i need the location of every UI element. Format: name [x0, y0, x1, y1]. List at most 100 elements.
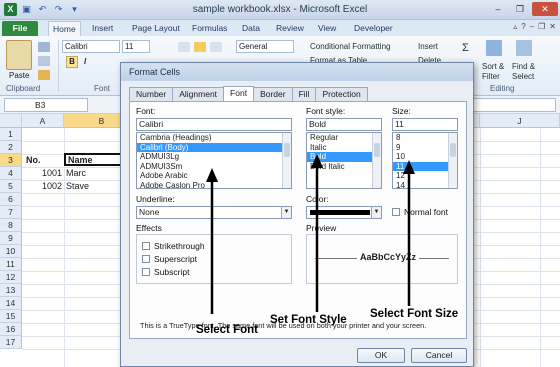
font-name-input[interactable]: Calibri	[136, 118, 292, 131]
cell-a5[interactable]: 1002	[22, 180, 64, 193]
autosum-icon[interactable]: Σ	[462, 42, 469, 54]
font-style-item-selected[interactable]: Bold	[307, 152, 381, 162]
row-header[interactable]: 5	[0, 180, 22, 193]
chevron-down-icon[interactable]: ▼	[371, 207, 381, 218]
maximize-icon[interactable]: ❐	[510, 2, 530, 16]
sort-filter-label-2[interactable]: Filter	[482, 72, 500, 81]
font-list-item[interactable]: Adobe Caslon Pro	[137, 181, 291, 189]
row-header[interactable]: 11	[0, 258, 22, 271]
tab-alignment[interactable]: Alignment	[172, 87, 225, 101]
column-header-j[interactable]: J	[480, 114, 560, 128]
tab-formulas[interactable]: Formulas	[188, 21, 231, 36]
tab-developer[interactable]: Developer	[350, 21, 397, 36]
paste-icon[interactable]	[6, 40, 32, 70]
help-icon[interactable]: ?	[521, 22, 525, 31]
font-name-combo[interactable]: Calibri	[62, 40, 120, 53]
font-list-item[interactable]: Adobe Arabic	[137, 171, 291, 181]
font-list-item[interactable]: Cambria (Headings)	[137, 133, 291, 143]
row-header[interactable]: 6	[0, 193, 22, 206]
font-style-scrollbar[interactable]	[372, 133, 381, 188]
font-list-item[interactable]: ADMUI3Lg	[137, 152, 291, 162]
paste-button-label[interactable]: Paste	[9, 71, 29, 80]
italic-button[interactable]: I	[84, 57, 86, 66]
row-header[interactable]: 12	[0, 271, 22, 284]
row-header[interactable]: 13	[0, 284, 22, 297]
font-list-scrollbar[interactable]	[282, 133, 291, 188]
find-select-label[interactable]: Find &	[512, 62, 535, 71]
strikethrough-checkbox[interactable]	[142, 242, 150, 250]
font-style-input[interactable]: Bold	[306, 118, 382, 131]
color-picker[interactable]: ▼	[306, 206, 382, 219]
close-icon[interactable]: ✕	[532, 2, 558, 16]
font-list-item[interactable]: ADMUI3Sm	[137, 162, 291, 172]
chevron-down-icon[interactable]: ▼	[281, 207, 291, 218]
find-select-label-2[interactable]: Select	[512, 72, 534, 81]
select-font-annotation: Select Font	[196, 324, 258, 336]
tab-page-layout[interactable]: Page Layout	[128, 21, 184, 36]
workbook-close-icon[interactable]: ✕	[549, 22, 556, 31]
font-size-combo[interactable]: 11	[122, 40, 150, 53]
font-list-item-selected[interactable]: Calibri (Body)	[137, 142, 291, 152]
workbook-minimize-icon[interactable]: –	[530, 22, 534, 31]
tab-number[interactable]: Number	[129, 87, 174, 101]
ok-button[interactable]: OK	[357, 348, 405, 363]
cell-a4[interactable]: 1001	[22, 167, 64, 180]
font-size-scrollbar[interactable]	[448, 133, 457, 188]
tab-border[interactable]: Border	[253, 87, 293, 101]
subscript-checkbox[interactable]	[142, 268, 150, 276]
font-list[interactable]: Cambria (Headings) Calibri (Body) ADMUI3…	[136, 132, 292, 189]
row-header[interactable]: 7	[0, 206, 22, 219]
insert-cells-button[interactable]: Insert	[418, 42, 438, 51]
tab-font[interactable]: Font	[223, 86, 255, 101]
align-middle-icon[interactable]	[194, 42, 206, 52]
tab-fill[interactable]: Fill	[291, 87, 317, 101]
superscript-checkbox[interactable]	[142, 255, 150, 263]
name-box[interactable]: B3	[4, 98, 88, 112]
row-header[interactable]: 3	[0, 154, 22, 167]
conditional-formatting-button[interactable]: Conditional Formatting	[310, 42, 390, 51]
find-select-icon[interactable]	[516, 40, 532, 56]
select-all-corner[interactable]	[0, 114, 22, 128]
tab-home[interactable]: Home	[48, 21, 81, 36]
font-size-list[interactable]: 8 9 10 11 12 14	[392, 132, 458, 189]
font-style-item[interactable]: Regular	[307, 133, 381, 143]
column-header-a[interactable]: A	[22, 114, 64, 128]
align-top-icon[interactable]	[178, 42, 190, 52]
row-header[interactable]: 16	[0, 323, 22, 336]
row-header[interactable]: 17	[0, 336, 22, 349]
normal-font-checkbox[interactable]	[392, 208, 400, 216]
workbook-restore-icon[interactable]: ❐	[538, 22, 545, 31]
row-header[interactable]: 10	[0, 245, 22, 258]
cancel-button[interactable]: Cancel	[411, 348, 467, 363]
font-style-item[interactable]: Italic	[307, 143, 381, 153]
tab-protection[interactable]: Protection	[315, 87, 368, 101]
minimize-icon[interactable]: –	[488, 2, 508, 16]
tab-insert[interactable]: Insert	[88, 21, 117, 36]
bold-button[interactable]: B	[66, 56, 78, 68]
minimize-ribbon-icon[interactable]: ▵	[513, 22, 517, 31]
copy-icon[interactable]	[38, 56, 50, 66]
row-header[interactable]: 15	[0, 310, 22, 323]
number-format-combo[interactable]: General	[236, 40, 294, 53]
tab-review[interactable]: Review	[272, 21, 308, 36]
tab-file[interactable]: File	[2, 21, 38, 36]
row-header[interactable]: 1	[0, 128, 22, 141]
format-painter-icon[interactable]	[38, 70, 50, 80]
tab-view[interactable]: View	[314, 21, 340, 36]
row-header[interactable]: 8	[0, 219, 22, 232]
row-header[interactable]: 14	[0, 297, 22, 310]
font-size-input[interactable]: 11	[392, 118, 458, 131]
font-style-item[interactable]: Bold Italic	[307, 162, 381, 172]
underline-select[interactable]: None ▼	[136, 206, 292, 219]
font-style-list[interactable]: Regular Italic Bold Bold Italic	[306, 132, 382, 189]
formula-input[interactable]	[470, 98, 556, 112]
align-bottom-icon[interactable]	[210, 42, 222, 52]
sort-filter-icon[interactable]	[486, 40, 502, 56]
row-header[interactable]: 2	[0, 141, 22, 154]
cut-icon[interactable]	[38, 42, 50, 52]
row-header[interactable]: 4	[0, 167, 22, 180]
cell-a3[interactable]: No.	[24, 154, 64, 167]
sort-filter-label[interactable]: Sort &	[482, 62, 504, 71]
row-header[interactable]: 9	[0, 232, 22, 245]
tab-data[interactable]: Data	[238, 21, 264, 36]
